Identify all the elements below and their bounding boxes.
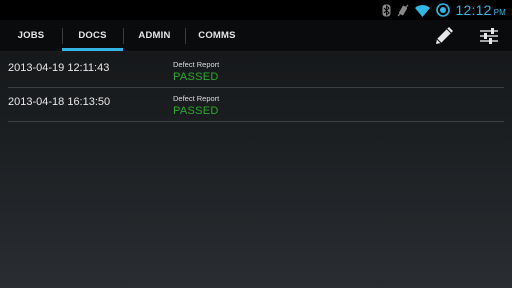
pencil-edit-icon[interactable]: [432, 24, 456, 48]
clock: 12:12 PM: [456, 2, 506, 18]
document-date: 2013-04-19 12:11:43: [8, 62, 110, 74]
bluetooth-icon: [382, 4, 391, 17]
status-badge: PASSED: [173, 71, 219, 83]
tab-admin-label: ADMIN: [138, 30, 171, 41]
status-bar: 12:12 PM: [0, 0, 512, 20]
vibrate-icon: [397, 4, 409, 17]
document-list: 2013-04-19 12:11:43 Defect Report PASSED…: [8, 54, 504, 122]
tab-comms[interactable]: COMMS: [186, 20, 248, 51]
status-badge: PASSED: [173, 105, 219, 117]
tab-jobs-label: JOBS: [17, 30, 45, 41]
tab-docs-label: DOCS: [78, 30, 107, 41]
tab-jobs[interactable]: JOBS: [8, 20, 54, 51]
document-type: Defect Report: [173, 60, 220, 69]
battery-icon: [435, 3, 450, 17]
tab-admin[interactable]: ADMIN: [124, 20, 185, 51]
action-bar: JOBS DOCS ADMIN COMMS: [0, 20, 512, 52]
settings-sliders-icon[interactable]: [477, 24, 501, 48]
document-date: 2013-04-18 16:13:50: [8, 96, 111, 108]
wifi-icon: [414, 4, 430, 17]
list-item[interactable]: 2013-04-18 16:13:50 Defect Report PASSED: [8, 88, 504, 122]
tab-docs[interactable]: DOCS: [62, 20, 123, 51]
clock-time: 12:12: [455, 2, 492, 18]
document-type: Defect Report: [173, 94, 220, 103]
tab-comms-label: COMMS: [198, 30, 236, 41]
clock-ampm: PM: [493, 8, 506, 17]
list-item[interactable]: 2013-04-19 12:11:43 Defect Report PASSED: [8, 54, 504, 88]
